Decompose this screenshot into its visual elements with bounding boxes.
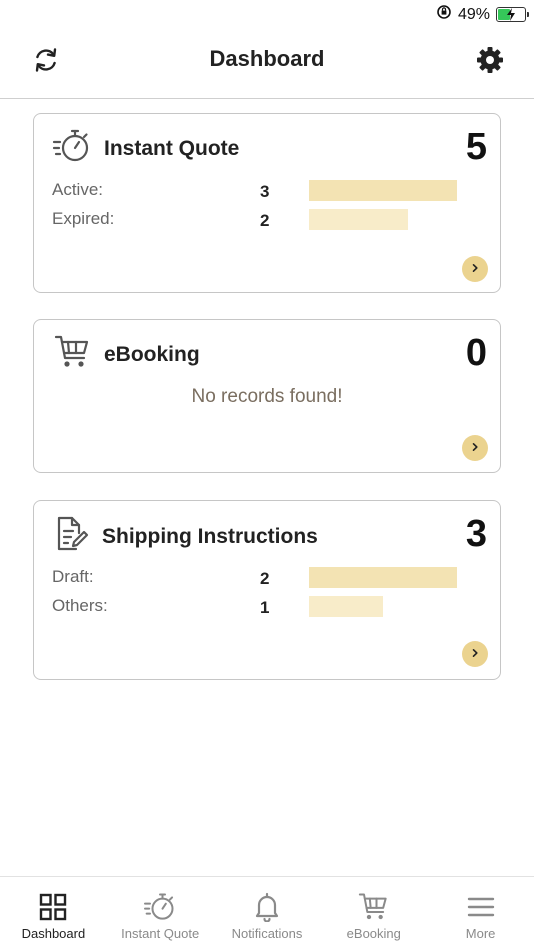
card-header: Shipping Instructions [54, 515, 318, 558]
stat-bar [309, 209, 409, 230]
stat-row-expired: Expired: 2 [52, 209, 482, 231]
stopwatch-icon [142, 891, 178, 923]
card-count: 5 [465, 126, 487, 168]
stat-bar-track [309, 180, 457, 201]
card-count: 3 [465, 513, 487, 555]
battery-icon [496, 7, 529, 22]
stat-value: 1 [260, 598, 270, 617]
stat-label: Draft: [52, 567, 94, 586]
bottom-tab-bar: Dashboard Instant Quote Notifications eB… [0, 876, 534, 950]
stat-bar [309, 596, 383, 617]
tab-instant-quote[interactable]: Instant Quote [107, 877, 214, 950]
stat-bar-track [309, 567, 457, 588]
card-header: Instant Quote [52, 128, 239, 169]
page-title: Dashboard [209, 46, 325, 71]
shipping-instructions-open-button[interactable] [462, 641, 488, 667]
ebooking-card[interactable]: eBooking 0 No records found! [33, 319, 501, 473]
tab-label: eBooking [346, 926, 401, 941]
stat-label: Others: [52, 596, 108, 615]
stat-bar [309, 180, 457, 201]
document-edit-icon [54, 515, 90, 558]
card-title: eBooking [104, 342, 200, 366]
tab-ebooking[interactable]: eBooking [320, 877, 427, 950]
shipping-instructions-card[interactable]: Shipping Instructions 3 Draft: 2 Others:… [33, 500, 501, 680]
tab-label: Notifications [231, 926, 303, 941]
stat-bar [309, 567, 457, 588]
chevron-right-icon [470, 260, 480, 278]
status-bar: 49% [0, 0, 534, 30]
chevron-right-icon [470, 645, 480, 663]
stat-label: Expired: [52, 209, 115, 228]
battery-percent: 49% [457, 5, 490, 23]
stat-label: Active: [52, 180, 104, 199]
ebooking-open-button[interactable] [462, 435, 488, 461]
menu-icon [467, 891, 495, 923]
tab-label: More [465, 926, 496, 941]
stat-value: 2 [260, 211, 270, 230]
stat-row-active: Active: 3 [52, 180, 482, 202]
bell-icon [254, 891, 280, 923]
tab-more[interactable]: More [427, 877, 534, 950]
orientation-lock-icon [436, 4, 452, 25]
stat-row-draft: Draft: 2 [52, 567, 482, 589]
tab-label: Instant Quote [121, 926, 200, 941]
grid-icon [39, 891, 67, 923]
stat-value: 2 [260, 569, 270, 588]
card-title: Shipping Instructions [102, 524, 318, 548]
stat-bar-track [309, 596, 457, 617]
tab-label: Dashboard [21, 926, 86, 941]
card-count: 0 [465, 332, 487, 374]
header: Dashboard [0, 30, 534, 99]
empty-message: No records found! [191, 386, 343, 407]
status-indicators: 49% [436, 4, 529, 25]
stat-row-others: Others: 1 [52, 596, 482, 618]
card-header: eBooking [54, 334, 200, 375]
settings-button[interactable] [474, 46, 506, 78]
tab-notifications[interactable]: Notifications [214, 877, 321, 950]
instant-quote-card[interactable]: Instant Quote 5 Active: 3 Expired: 2 [33, 113, 501, 293]
gear-icon [475, 45, 505, 80]
chevron-right-icon [470, 439, 480, 457]
cart-icon [54, 334, 92, 375]
stopwatch-icon [52, 128, 92, 169]
stat-bar-track [309, 209, 457, 230]
tab-dashboard[interactable]: Dashboard [0, 877, 107, 950]
instant-quote-open-button[interactable] [462, 256, 488, 282]
stat-value: 3 [260, 182, 270, 201]
cart-icon [358, 891, 390, 923]
card-title: Instant Quote [104, 136, 240, 160]
